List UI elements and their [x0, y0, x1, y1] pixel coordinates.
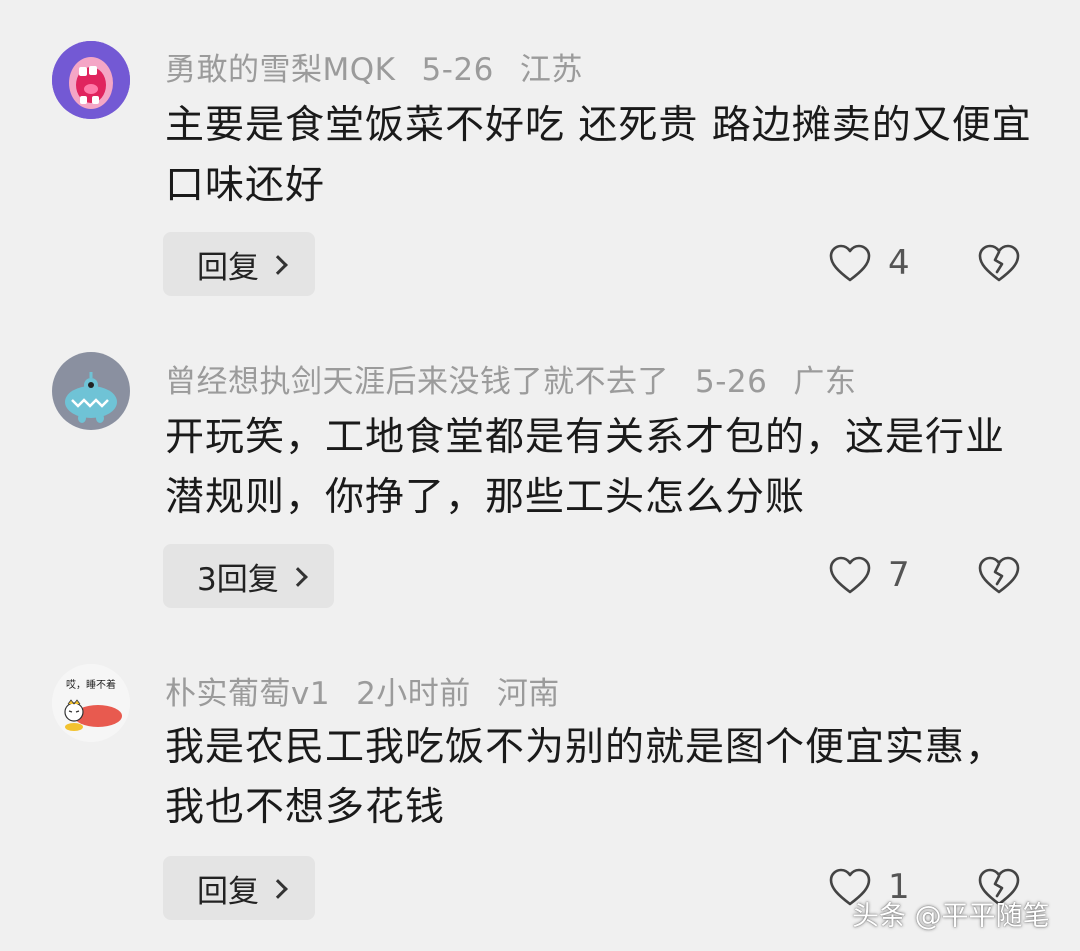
- like-count: 7: [888, 555, 910, 595]
- comment-date: 5-26: [695, 364, 768, 400]
- comment-text: 开玩笑，工地食堂都是有关系才包的，这是行业潜规则，你挣了，那些工头怎么分账: [165, 415, 1006, 520]
- reply-label: 3回复: [197, 561, 279, 598]
- comment-location: 江苏: [519, 52, 583, 88]
- comment-location: 河南: [496, 676, 560, 712]
- comment-meta: 曾经想执剑天涯后来没钱了就不去了 5-26 广东: [165, 356, 882, 401]
- comment-text: 我是农民工我吃饭不为别的就是图个便宜实惠，我也不想多花钱: [165, 725, 1006, 830]
- like-count: 4: [888, 243, 910, 283]
- broken-heart-icon: [978, 556, 1020, 594]
- screaming-mouth-avatar-icon[interactable]: [52, 41, 130, 119]
- chevron-right-icon: [268, 255, 288, 275]
- avatar-caption: 哎，睡不着: [66, 678, 116, 691]
- username[interactable]: 勇敢的雪梨MQK: [165, 52, 395, 88]
- comment-meta: 勇敢的雪梨MQK 5-26 江苏: [165, 44, 609, 89]
- comment-meta: 朴实葡萄v1 2小时前 河南: [165, 668, 586, 713]
- reply-label: 回复: [197, 249, 259, 286]
- chevron-right-icon: [268, 879, 288, 899]
- comment-text: 主要是食堂饭菜不好吃 还死贵 路边摊卖的又便宜 口味还好: [165, 103, 1032, 208]
- comment-location: 广东: [793, 364, 857, 400]
- heart-icon: [829, 556, 871, 594]
- dislike-button[interactable]: [977, 233, 1021, 293]
- heart-icon: [829, 244, 871, 282]
- reply-button[interactable]: 回复: [163, 232, 315, 296]
- dislike-button[interactable]: [977, 545, 1021, 605]
- sleepy-cartoon-avatar-icon[interactable]: 哎，睡不着: [52, 664, 130, 742]
- like-button[interactable]: 4: [828, 233, 910, 293]
- username[interactable]: 朴实葡萄v1: [165, 676, 330, 712]
- comment-date: 5-26: [421, 52, 494, 88]
- reply-button[interactable]: 3回复: [163, 544, 334, 608]
- reply-button[interactable]: 回复: [163, 856, 315, 920]
- comment-list: 勇敢的雪梨MQK 5-26 江苏 主要是食堂饭菜不好吃 还死贵 路边摊卖的又便宜 口…: [0, 0, 1080, 951]
- reply-label: 回复: [197, 873, 259, 910]
- broken-heart-icon: [978, 244, 1020, 282]
- like-button[interactable]: 7: [828, 545, 910, 605]
- comment-date: 2小时前: [356, 676, 471, 712]
- watermark: 头条 @平平随笔: [852, 901, 1050, 932]
- blue-monster-avatar-icon[interactable]: [52, 352, 130, 430]
- chevron-right-icon: [287, 567, 308, 587]
- username[interactable]: 曾经想执剑天涯后来没钱了就不去了: [165, 364, 669, 400]
